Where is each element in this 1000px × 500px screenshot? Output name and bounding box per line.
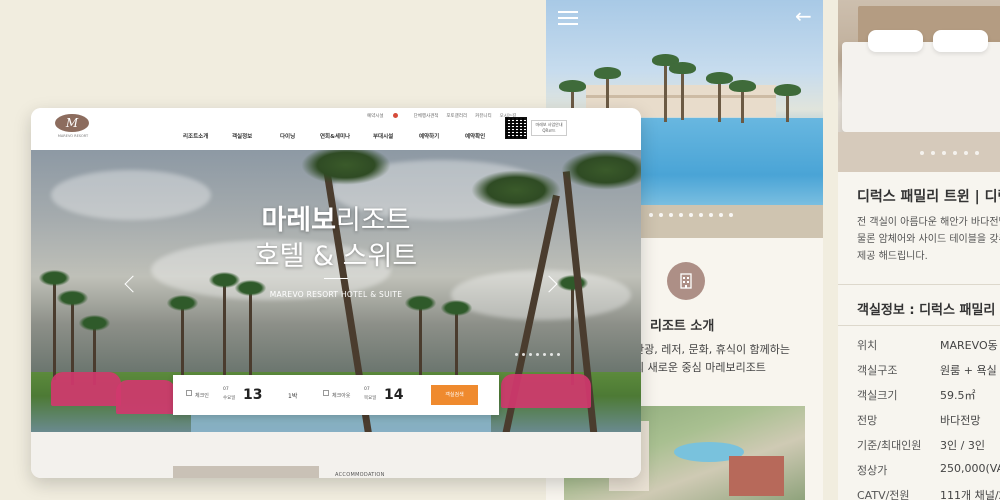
hero-slider: 마레보리조트 호텔 & 스위트 MAREVO RESORT HOTEL & SU… (31, 150, 641, 432)
main-nav: 리조트소개 객실정보 다이닝 연회&세미나 부대시설 예약하기 예약확인 (31, 132, 641, 146)
nav-item-dining[interactable]: 다이닝 (280, 132, 295, 140)
room-info-title: 객실정보 : 디럭스 패밀리 트윈 (857, 303, 1000, 318)
room-photo (838, 0, 1000, 172)
hero-pagination[interactable] (515, 353, 560, 356)
checkout-month: 07 (364, 387, 370, 392)
calendar-icon (323, 390, 329, 396)
booking-search-bar: 체크인 07 수요일 13 1박 체크아웃 07 목요일 14 객실검색 (173, 375, 499, 415)
room-detail-panel: 디럭스 패밀리 트윈 | 디럭스 전 객실이 아름다운 해안가 바다전망은 물론… (838, 0, 1000, 500)
calendar-icon (186, 390, 192, 396)
room-description: 전 객실이 아름다운 해안가 바다전망은 물론 암체어와 사이드 테이블을 갖추… (857, 217, 1000, 262)
notification-badge (392, 113, 398, 118)
info-row: 정상가250,000(VAT (857, 462, 1000, 477)
nights-count[interactable]: 1박 (288, 391, 297, 400)
room-title: 디럭스 패밀리 트윈 | 디럭스 (857, 189, 1000, 205)
resort-intro-title: 리조트 소개 (650, 319, 715, 334)
info-row: CATV/전원 111개 채널/2 (857, 489, 1000, 500)
nav-item-resort-intro[interactable]: 리조트소개 (183, 132, 208, 140)
checkin-label: 체크인 (195, 393, 209, 399)
accommodation-thumbnail[interactable] (173, 466, 319, 478)
mobile-hero-pagination[interactable] (649, 213, 733, 217)
nav-item-booking[interactable]: 예약하기 (419, 132, 439, 140)
nav-item-rooms[interactable]: 객실정보 (232, 132, 252, 140)
checkout-weekday: 목요일 (364, 396, 377, 401)
util-link-community[interactable]: 커뮤니티 (475, 113, 492, 119)
hero-title: 마레보리조트 (261, 205, 411, 236)
divider (838, 284, 1000, 285)
info-row: 전망 바다전망 (857, 414, 981, 427)
checkout-day[interactable]: 14 (384, 387, 403, 403)
checkin-day[interactable]: 13 (243, 387, 262, 403)
checkin-weekday: 수요일 (223, 396, 236, 401)
hero-title-line2: 호텔 & 스위트 (254, 241, 418, 272)
info-row: 기준/최대인원 3인 / 3인 (857, 439, 985, 452)
resort-intro-description: 관광, 레저, 문화, 휴식이 함께하는 의 새로운 중심 마레보리조트 (634, 343, 791, 374)
utility-links: 예약시설 단체행사견적 포토갤러리 커뮤니티 오시는길 (367, 113, 524, 119)
util-link-group-quote[interactable]: 단체행사견적 (414, 113, 439, 119)
room-photo-pagination[interactable] (920, 151, 979, 155)
util-link-reservation[interactable]: 예약시설 (367, 113, 406, 119)
desktop-website: M MAREVO RESORT 예약시설 단체행사견적 포토갤러리 커뮤니티 오… (31, 108, 641, 478)
info-row: 객실구조 원룸 + 욕실 (857, 364, 997, 377)
section-label: ACCOMMODATION (335, 472, 385, 478)
divider (324, 278, 348, 279)
info-row: 위치MAREVO동 2 (857, 339, 1000, 352)
nav-item-booking-check[interactable]: 예약확인 (465, 132, 485, 140)
header: M MAREVO RESORT 예약시설 단체행사견적 포토갤러리 커뮤니티 오… (31, 108, 641, 150)
nav-item-facilities[interactable]: 부대시설 (373, 132, 393, 140)
checkout-label: 체크아웃 (332, 393, 351, 399)
checkin-month: 07 (223, 387, 229, 392)
room-search-button[interactable]: 객실검색 (431, 385, 478, 405)
nav-item-banquet[interactable]: 연회&세미나 (320, 132, 350, 140)
back-arrow-icon[interactable]: ← (795, 6, 812, 26)
building-icon (667, 262, 705, 300)
util-link-gallery[interactable]: 포토갤러리 (446, 113, 467, 119)
divider (838, 325, 1000, 326)
info-row: 객실크기 59.5㎡ (857, 389, 976, 402)
accommodation-section: ACCOMMODATION (31, 432, 641, 478)
menu-icon[interactable] (558, 11, 578, 29)
